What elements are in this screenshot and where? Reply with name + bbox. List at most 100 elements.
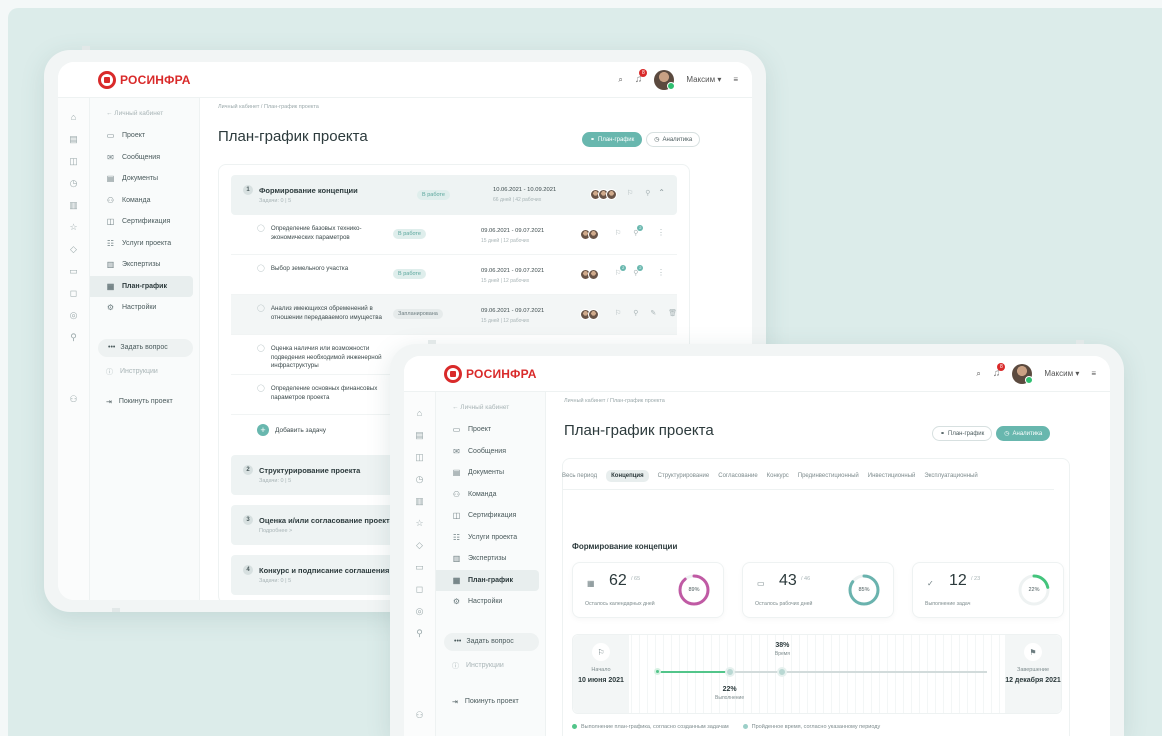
avatar[interactable] [1012, 363, 1034, 384]
sidebar-item[interactable]: ▦ План-график [90, 275, 193, 297]
sidebar-item[interactable]: ▤ Документы [436, 462, 539, 484]
check-circle-icon[interactable]: ◯ [257, 385, 265, 402]
menu-icon[interactable]: ≡ [733, 75, 738, 84]
avatar[interactable] [654, 69, 676, 90]
rail-icon[interactable]: ▤ [404, 424, 435, 446]
sidebar-item[interactable]: ▦ План-график [436, 569, 539, 591]
sidebar-item[interactable]: ⚇ Команда [436, 484, 539, 506]
sidebar-item[interactable]: ⚙ Настройки [436, 591, 539, 613]
task-row[interactable]: ◯ Определение базовых технико-экономическ… [231, 215, 677, 255]
assignees[interactable] [590, 189, 617, 200]
instructions-link[interactable]: ⓘ Инструкции [436, 655, 545, 677]
sidebar-item[interactable]: ☷ Услуги проекта [90, 233, 193, 255]
bell-icon[interactable]: ♫ 8 [635, 69, 648, 85]
assignees[interactable] [580, 229, 599, 240]
rail-icon[interactable]: ◷ [404, 468, 435, 490]
assignees[interactable] [580, 269, 599, 280]
rail-icon[interactable]: ⚇ [404, 704, 435, 726]
flag-icon[interactable]: ⚐ [615, 229, 621, 237]
stage-row[interactable]: 1 Формирование концепции Задачи: 0 | 5 В … [231, 175, 677, 215]
flag-icon[interactable]: ⚐ [615, 309, 621, 317]
sidebar-item[interactable]: ✉ Сообщения [90, 147, 193, 169]
analytics-view-button[interactable]: ◷ Аналитика [646, 132, 701, 147]
task-row[interactable]: ◯ Выбор земельного участка В работе 09.06.2… [231, 255, 677, 295]
attach-icon[interactable]: ⚲ 2 [633, 225, 644, 237]
search-icon[interactable]: ⌕ [618, 75, 622, 85]
tab-phase[interactable]: Инвестиционный [868, 473, 916, 479]
attach-icon[interactable]: ⚲ [645, 189, 650, 197]
sidebar-item[interactable]: ◫ Сертификация [90, 211, 193, 233]
tab-phase[interactable]: Структурирование [658, 473, 710, 479]
ask-question-button[interactable]: ••• Задать вопрос [98, 338, 193, 357]
home-icon[interactable]: ⌂ [404, 402, 435, 424]
tab-phase[interactable]: Весь период [562, 473, 597, 479]
rail-icon[interactable]: ⚇ [58, 388, 89, 410]
tab-phase[interactable]: Прединвестиционный [798, 473, 859, 479]
rail-icon[interactable]: ▥ [404, 490, 435, 512]
rail-icon[interactable]: ▭ [58, 260, 89, 282]
rail-icon[interactable]: ◫ [404, 446, 435, 468]
task-row[interactable]: ◯ Анализ имеющихся обременений в отношени… [231, 295, 677, 335]
rail-icon[interactable]: ◎ [58, 304, 89, 326]
chevron-up-icon[interactable]: ⌃ [658, 188, 665, 197]
sidebar-item[interactable]: ▭ Проект [90, 125, 193, 147]
attach-icon[interactable]: ⚲ [633, 309, 638, 317]
logo[interactable]: РОСИНФРА [98, 70, 191, 89]
rail-icon[interactable]: ◷ [58, 172, 89, 194]
rail-icon[interactable]: ◇ [404, 534, 435, 556]
check-circle-icon[interactable]: ◯ [257, 305, 265, 322]
check-circle-icon[interactable]: ◯ [257, 265, 265, 274]
rail-icon[interactable]: ☆ [404, 512, 435, 534]
search-icon[interactable]: ⌕ [976, 369, 980, 379]
instructions-link[interactable]: ⓘ Инструкции [90, 361, 199, 383]
sidebar-item[interactable]: ▤ Документы [90, 168, 193, 190]
bell-icon[interactable]: ♫ 8 [993, 363, 1006, 379]
plan-view-button[interactable]: ⚭ План-график [582, 132, 643, 147]
rail-icon[interactable]: ◇ [58, 238, 89, 260]
plan-view-button[interactable]: ⚭ План-график [932, 426, 993, 441]
rail-icon[interactable]: ◎ [404, 600, 435, 622]
home-icon[interactable]: ⌂ [58, 106, 89, 128]
sidebar-item[interactable]: ◫ Сертификация [436, 505, 539, 527]
sidebar-item[interactable]: ▥ Экспертизы [90, 254, 193, 276]
sidebar-item[interactable]: ☷ Услуги проекта [436, 527, 539, 549]
rail-icon[interactable]: ⚲ [58, 326, 89, 348]
attach-icon[interactable]: ⚲ 2 [633, 265, 644, 277]
sidebar-item[interactable]: ▥ Экспертизы [436, 548, 539, 570]
timeline-done-marker[interactable] [724, 667, 735, 677]
leave-project-link[interactable]: ⇥ Покинуть проект [90, 391, 199, 413]
leave-project-link[interactable]: ⇥ Покинуть проект [436, 691, 545, 713]
tab-phase[interactable]: Конкурс [767, 473, 789, 479]
tab-phase[interactable]: Эксплуатационный [924, 473, 977, 479]
tab-phase[interactable]: Концепция [606, 469, 649, 482]
back-link[interactable]: ← Личный кабинет [90, 110, 199, 125]
user-menu[interactable]: Максим ▾ [686, 75, 721, 84]
more-icon[interactable]: ⋮ [657, 228, 665, 237]
more-icon[interactable]: ⋮ [657, 268, 665, 277]
back-link[interactable]: ← Личный кабинет [436, 404, 545, 419]
tab-phase[interactable]: Согласование [718, 473, 757, 479]
sidebar-item[interactable]: ⚙ Настройки [90, 297, 193, 319]
ask-question-button[interactable]: ••• Задать вопрос [444, 632, 539, 651]
analytics-view-button[interactable]: ◷ Аналитика [996, 426, 1051, 441]
assignees[interactable] [580, 309, 599, 320]
rail-icon[interactable]: ◻ [58, 282, 89, 304]
rail-icon[interactable]: ◻ [404, 578, 435, 600]
rail-icon[interactable]: ▥ [58, 194, 89, 216]
sidebar-item[interactable]: ▭ Проект [436, 419, 539, 441]
user-menu[interactable]: Максим ▾ [1044, 369, 1079, 378]
trash-icon[interactable]: 🗑 [668, 309, 677, 317]
logo[interactable]: РОСИНФРА [444, 364, 537, 383]
rail-icon[interactable]: ⚲ [404, 622, 435, 644]
sidebar-item[interactable]: ✉ Сообщения [436, 441, 539, 463]
rail-icon[interactable]: ☆ [58, 216, 89, 238]
rail-icon[interactable]: ▭ [404, 556, 435, 578]
rail-icon[interactable]: ▤ [58, 128, 89, 150]
menu-icon[interactable]: ≡ [1091, 369, 1096, 378]
check-circle-icon[interactable]: ◯ [257, 345, 265, 371]
edit-icon[interactable]: ✎ [650, 309, 656, 317]
flag-icon[interactable]: ⚐ 2 [615, 265, 627, 277]
flag-icon[interactable]: ⚐ [627, 189, 633, 197]
sidebar-item[interactable]: ⚇ Команда [90, 190, 193, 212]
rail-icon[interactable]: ◫ [58, 150, 89, 172]
